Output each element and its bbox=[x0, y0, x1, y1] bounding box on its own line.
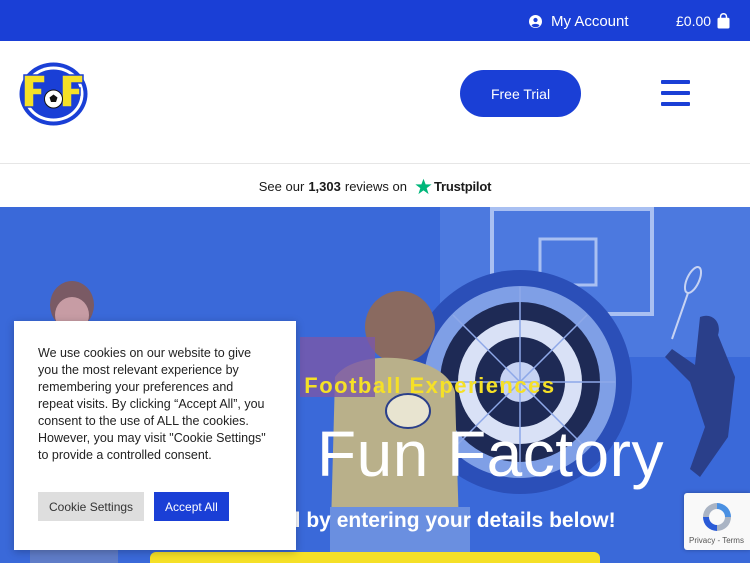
cart-link[interactable]: £0.00 bbox=[676, 11, 730, 31]
my-account-link[interactable]: My Account bbox=[529, 11, 629, 31]
trustpilot-suffix: reviews on bbox=[344, 178, 407, 194]
hamburger-icon[interactable] bbox=[661, 80, 690, 106]
cookie-consent-popup: We use cookies on our website to give yo… bbox=[14, 321, 296, 550]
recaptcha-badge[interactable]: Privacy - Terms bbox=[684, 493, 750, 550]
accept-all-button[interactable]: Accept All bbox=[154, 492, 229, 521]
cookie-settings-button[interactable]: Cookie Settings bbox=[38, 492, 145, 521]
trustpilot-review-count: 1,303 bbox=[308, 178, 341, 194]
free-trial-button[interactable]: Free Trial bbox=[460, 70, 581, 117]
my-account-label: My Account bbox=[551, 12, 629, 30]
hero-title: l Fun Factory bbox=[284, 418, 664, 490]
user-circle-icon bbox=[529, 14, 542, 28]
hero-subtitle: trial by entering your details below! bbox=[262, 509, 616, 532]
cookie-button-group: Cookie Settings Accept All bbox=[38, 492, 229, 521]
fun-factory-logo[interactable] bbox=[18, 61, 89, 127]
hero-tagline: ue Football Experiences bbox=[268, 373, 556, 398]
trustpilot-brand-name: Trustpilot bbox=[434, 178, 492, 194]
recaptcha-icon bbox=[703, 503, 731, 531]
cookie-message: We use cookies on our website to give yo… bbox=[38, 346, 266, 462]
shopping-bag-icon bbox=[717, 13, 730, 29]
top-bar: My Account £0.00 bbox=[0, 0, 750, 41]
site-header: Free Trial bbox=[0, 41, 750, 164]
trustpilot-brand: Trustpilot bbox=[415, 178, 491, 195]
recaptcha-label[interactable]: Privacy - Terms bbox=[689, 536, 744, 545]
cart-total: £0.00 bbox=[676, 13, 712, 29]
trustpilot-banner[interactable]: See our 1,303 reviews on Trustpilot bbox=[0, 165, 750, 207]
hero-cta-button[interactable] bbox=[150, 552, 600, 563]
star-icon bbox=[415, 178, 432, 194]
trustpilot-prefix: See our bbox=[258, 178, 305, 194]
